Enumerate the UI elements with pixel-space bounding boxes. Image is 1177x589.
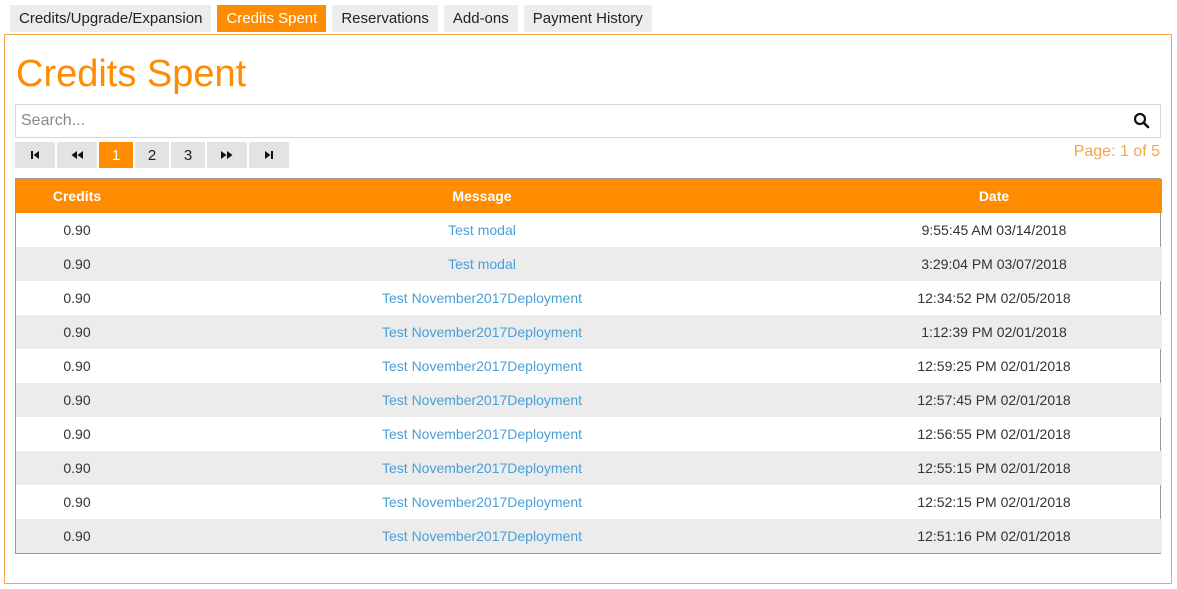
- credits-cell: 0.90: [16, 247, 138, 281]
- tab-credits-upgrade-expansion[interactable]: Credits/Upgrade/Expansion: [10, 5, 212, 32]
- search-box: [15, 104, 1161, 138]
- search-input[interactable]: [16, 105, 1126, 137]
- column-header-credits[interactable]: Credits: [16, 179, 138, 213]
- date-cell: 1:12:39 PM 02/01/2018: [826, 315, 1162, 349]
- table-row: 0.90 Test November2017Deployment 12:56:5…: [16, 417, 1162, 451]
- date-cell: 3:29:04 PM 03/07/2018: [826, 247, 1162, 281]
- tab-credits-spent[interactable]: Credits Spent: [217, 5, 327, 32]
- table-row: 0.90 Test November2017Deployment 1:12:39…: [16, 315, 1162, 349]
- table-row: 0.90 Test November2017Deployment 12:34:5…: [16, 281, 1162, 315]
- first-page-button[interactable]: [15, 142, 55, 168]
- message-link[interactable]: Test modal: [138, 247, 826, 281]
- message-link[interactable]: Test November2017Deployment: [138, 349, 826, 383]
- table-row: 0.90 Test November2017Deployment 12:52:1…: [16, 485, 1162, 519]
- date-cell: 12:57:45 PM 02/01/2018: [826, 383, 1162, 417]
- next-page-icon: [221, 151, 233, 159]
- page-2-button[interactable]: 2: [135, 142, 169, 168]
- message-link[interactable]: Test November2017Deployment: [138, 417, 826, 451]
- table-row: 0.90 Test modal 9:55:45 AM 03/14/2018: [16, 213, 1162, 247]
- credits-spent-table: Credits Message Date 0.90 Test modal 9:5…: [15, 178, 1162, 554]
- message-link[interactable]: Test November2017Deployment: [138, 485, 826, 519]
- credits-cell: 0.90: [63, 426, 91, 442]
- tab-payment-history[interactable]: Payment History: [523, 5, 652, 32]
- column-header-message[interactable]: Message: [138, 179, 826, 213]
- previous-page-icon: [71, 151, 83, 159]
- credits-cell: 0.90: [16, 451, 138, 485]
- message-link[interactable]: Test November2017Deployment: [138, 383, 826, 417]
- date-cell: 12:34:52 PM 02/05/2018: [917, 290, 1071, 306]
- pagination: 1 2 3: [15, 142, 291, 168]
- date-cell: 12:59:25 PM 02/01/2018: [917, 358, 1071, 374]
- last-page-icon: [265, 151, 273, 159]
- previous-page-button[interactable]: [57, 142, 97, 168]
- credits-cell: 0.90: [63, 290, 91, 306]
- credits-cell: 0.90: [16, 519, 138, 553]
- tab-bar: Credits/Upgrade/Expansion Credits Spent …: [10, 5, 658, 32]
- search-icon[interactable]: [1132, 111, 1152, 131]
- message-link[interactable]: Test November2017Deployment: [138, 281, 826, 315]
- next-page-button[interactable]: [207, 142, 247, 168]
- page-info: Page: 1 of 5: [1073, 143, 1160, 160]
- last-page-button[interactable]: [249, 142, 289, 168]
- table-row: 0.90 Test November2017Deployment 12:57:4…: [16, 383, 1162, 417]
- date-cell: 12:52:15 PM 02/01/2018: [917, 494, 1071, 510]
- credits-cell: 0.90: [63, 358, 91, 374]
- table-row: 0.90 Test November2017Deployment 12:55:1…: [16, 451, 1162, 485]
- column-header-date[interactable]: Date: [826, 179, 1162, 213]
- table-row: 0.90 Test modal 3:29:04 PM 03/07/2018: [16, 247, 1162, 281]
- message-link[interactable]: Test modal: [138, 213, 826, 247]
- page-3-button[interactable]: 3: [171, 142, 205, 168]
- content-panel: Credits Spent 1 2 3: [4, 34, 1172, 584]
- date-cell: 9:55:45 AM 03/14/2018: [921, 222, 1067, 238]
- table-row: 0.90 Test November2017Deployment 12:59:2…: [16, 349, 1162, 383]
- first-page-icon: [31, 151, 39, 159]
- tab-add-ons[interactable]: Add-ons: [443, 5, 518, 32]
- date-cell: 12:51:16 PM 02/01/2018: [826, 519, 1162, 553]
- credits-cell: 0.90: [16, 383, 138, 417]
- message-link[interactable]: Test November2017Deployment: [138, 519, 826, 553]
- table-row: 0.90 Test November2017Deployment 12:51:1…: [16, 519, 1162, 553]
- message-link[interactable]: Test November2017Deployment: [138, 315, 826, 349]
- table-header-row: Credits Message Date: [16, 179, 1162, 213]
- date-cell: 12:55:15 PM 02/01/2018: [826, 451, 1162, 485]
- page-1-button[interactable]: 1: [99, 142, 133, 168]
- message-link[interactable]: Test November2017Deployment: [138, 451, 826, 485]
- tab-reservations[interactable]: Reservations: [332, 5, 438, 32]
- credits-cell: 0.90: [63, 222, 91, 238]
- date-cell: 12:56:55 PM 02/01/2018: [917, 426, 1071, 442]
- page-title: Credits Spent: [16, 53, 247, 95]
- credits-cell: 0.90: [16, 315, 138, 349]
- credits-cell: 0.90: [63, 494, 91, 510]
